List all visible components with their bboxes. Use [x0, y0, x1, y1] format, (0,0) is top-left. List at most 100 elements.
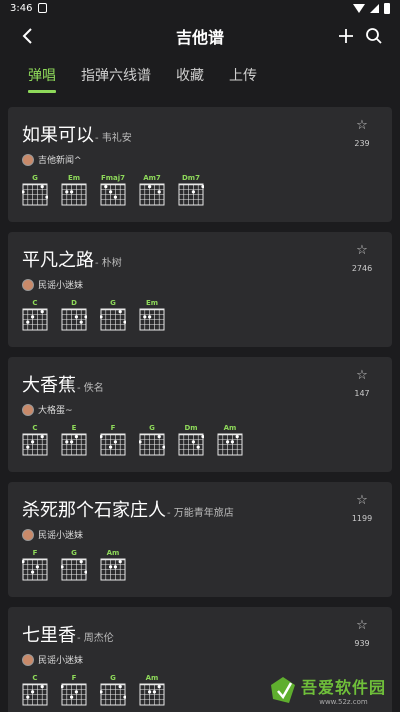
- search-icon: [366, 28, 382, 44]
- favorite-button[interactable]: ☆ 1199: [348, 493, 376, 524]
- song-title: 杀死那个石家庄人: [22, 500, 166, 521]
- chord-name: G: [110, 299, 116, 307]
- chord-name: F: [32, 549, 38, 557]
- favorite-button[interactable]: ☆ 2746: [348, 243, 376, 274]
- back-arrow-icon: [22, 28, 32, 44]
- battery-icon: [384, 2, 390, 14]
- back-button[interactable]: [18, 26, 38, 46]
- uploader-row: 民谣小迷妹: [22, 653, 378, 666]
- uploader-name: 民谣小迷妹: [38, 656, 84, 666]
- status-left: 3:46: [10, 2, 48, 14]
- song-artist: - 周杰伦: [77, 633, 114, 644]
- uploader-row: 民谣小迷妹: [22, 278, 378, 291]
- chord-diagram: C: [22, 674, 48, 706]
- chord-name: Am: [223, 424, 237, 432]
- chord-diagram: G: [61, 549, 87, 581]
- uploader-avatar: [22, 653, 34, 666]
- chord-name: Em: [67, 174, 81, 182]
- chord-diagram: Am: [139, 674, 165, 706]
- chord-name: Fmaj7: [100, 174, 126, 182]
- chord-diagram: Fmaj7: [100, 174, 126, 206]
- favorite-button[interactable]: ☆ 147: [348, 369, 376, 399]
- uploader-row: 民谣小迷妹: [22, 528, 378, 541]
- favorite-count: 939: [354, 639, 370, 648]
- uploader-avatar: [22, 278, 34, 291]
- sim-card-icon: [38, 3, 48, 13]
- song-title: 平凡之路: [22, 250, 94, 271]
- song-title: 七里香: [22, 625, 76, 646]
- chord-name: D: [71, 299, 77, 307]
- tab-fingerstyle[interactable]: 指弹六线谱: [81, 56, 151, 96]
- uploader-row: 吉他新闻^: [22, 153, 378, 166]
- favorite-button[interactable]: ☆ 939: [348, 618, 376, 649]
- watermark-url: www.52z.com: [319, 698, 368, 706]
- chord-diagram: F: [61, 674, 87, 706]
- watermark-text: 吾爱软件园 www.52z.com: [301, 674, 386, 706]
- status-right: [353, 2, 390, 14]
- chord-name: G: [149, 424, 155, 432]
- chord-diagram: Am: [100, 549, 126, 581]
- favorite-button[interactable]: ☆ 239: [348, 119, 376, 149]
- status-time: 3:46: [10, 2, 33, 14]
- star-icon: ☆: [356, 493, 368, 508]
- chord-diagram: C: [22, 424, 48, 456]
- chord-diagram: Em: [139, 299, 165, 331]
- watermark: 吾爱软件园 www.52z.com: [269, 674, 386, 706]
- chord-diagram: Am: [217, 424, 243, 456]
- chord-diagram: Am7: [139, 174, 165, 206]
- chord-name: C: [32, 299, 38, 307]
- song-card[interactable]: 杀死那个石家庄人 - 万能青年旅店 民谣小迷妹 ☆ 1199 F G Am: [8, 482, 392, 597]
- app-bar: 吉他谱: [0, 16, 400, 56]
- song-title-row: 如果可以 - 韦礼安: [22, 121, 378, 147]
- song-card[interactable]: 平凡之路 - 朴树 民谣小迷妹 ☆ 2746 C D G Em: [8, 232, 392, 347]
- favorite-count: 147: [354, 389, 370, 398]
- chord-name: C: [32, 674, 38, 682]
- chord-diagram: Dm: [178, 424, 204, 456]
- uploader-avatar: [22, 403, 34, 416]
- song-card[interactable]: 大香蕉 - 佚名 大格蛋~ ☆ 147 C E F G Dm Am: [8, 357, 392, 472]
- page-title: 吉他谱: [175, 28, 224, 47]
- chord-diagram: G: [139, 424, 165, 456]
- uploader-avatar: [22, 153, 34, 166]
- status-bar: 3:46: [0, 0, 400, 16]
- song-list: 如果可以 - 韦礼安 吉他新闻^ ☆ 239 G Em Fmaj7 Am7 Dm…: [0, 107, 400, 712]
- search-button[interactable]: [364, 26, 384, 46]
- chord-name: Am7: [143, 174, 161, 182]
- star-icon: ☆: [356, 243, 368, 258]
- chord-name: Dm7: [182, 174, 200, 182]
- chord-diagram: G: [22, 174, 48, 206]
- uploader-row: 大格蛋~: [22, 403, 378, 416]
- song-card[interactable]: 如果可以 - 韦礼安 吉他新闻^ ☆ 239 G Em Fmaj7 Am7 Dm…: [8, 107, 392, 222]
- song-title-row: 七里香 - 周杰伦: [22, 621, 378, 647]
- chord-list: C E F G Dm Am: [22, 424, 378, 472]
- song-title-row: 平凡之路 - 朴树: [22, 246, 378, 272]
- chord-diagram: F: [100, 424, 126, 456]
- plus-icon: [339, 29, 353, 43]
- favorite-count: 1199: [351, 514, 373, 523]
- chord-name: Dm: [184, 424, 198, 432]
- wifi-icon: [353, 3, 365, 13]
- uploader-avatar: [22, 528, 34, 541]
- tab-upload[interactable]: 上传: [229, 56, 257, 96]
- uploader-name: 吉他新闻^: [38, 156, 82, 166]
- chord-name: Em: [145, 299, 159, 307]
- song-artist: - 朴树: [95, 258, 122, 269]
- chord-name: E: [71, 424, 77, 432]
- favorite-count: 2746: [351, 264, 373, 273]
- chord-name: F: [110, 424, 116, 432]
- chord-diagram: Em: [61, 174, 87, 206]
- uploader-name: 大格蛋~: [38, 406, 73, 416]
- chord-name: C: [32, 424, 38, 432]
- tab-strumming[interactable]: 弹唱: [28, 56, 56, 96]
- chord-diagram: E: [61, 424, 87, 456]
- chord-diagram: G: [100, 674, 126, 706]
- chord-name: F: [71, 674, 77, 682]
- add-button[interactable]: [336, 26, 356, 46]
- star-icon: ☆: [356, 618, 368, 633]
- chord-name: G: [32, 174, 38, 182]
- tab-favorites[interactable]: 收藏: [176, 56, 204, 96]
- song-artist: - 韦礼安: [95, 133, 132, 144]
- chord-name: G: [71, 549, 77, 557]
- chord-name: G: [110, 674, 116, 682]
- favorite-count: 239: [354, 139, 370, 148]
